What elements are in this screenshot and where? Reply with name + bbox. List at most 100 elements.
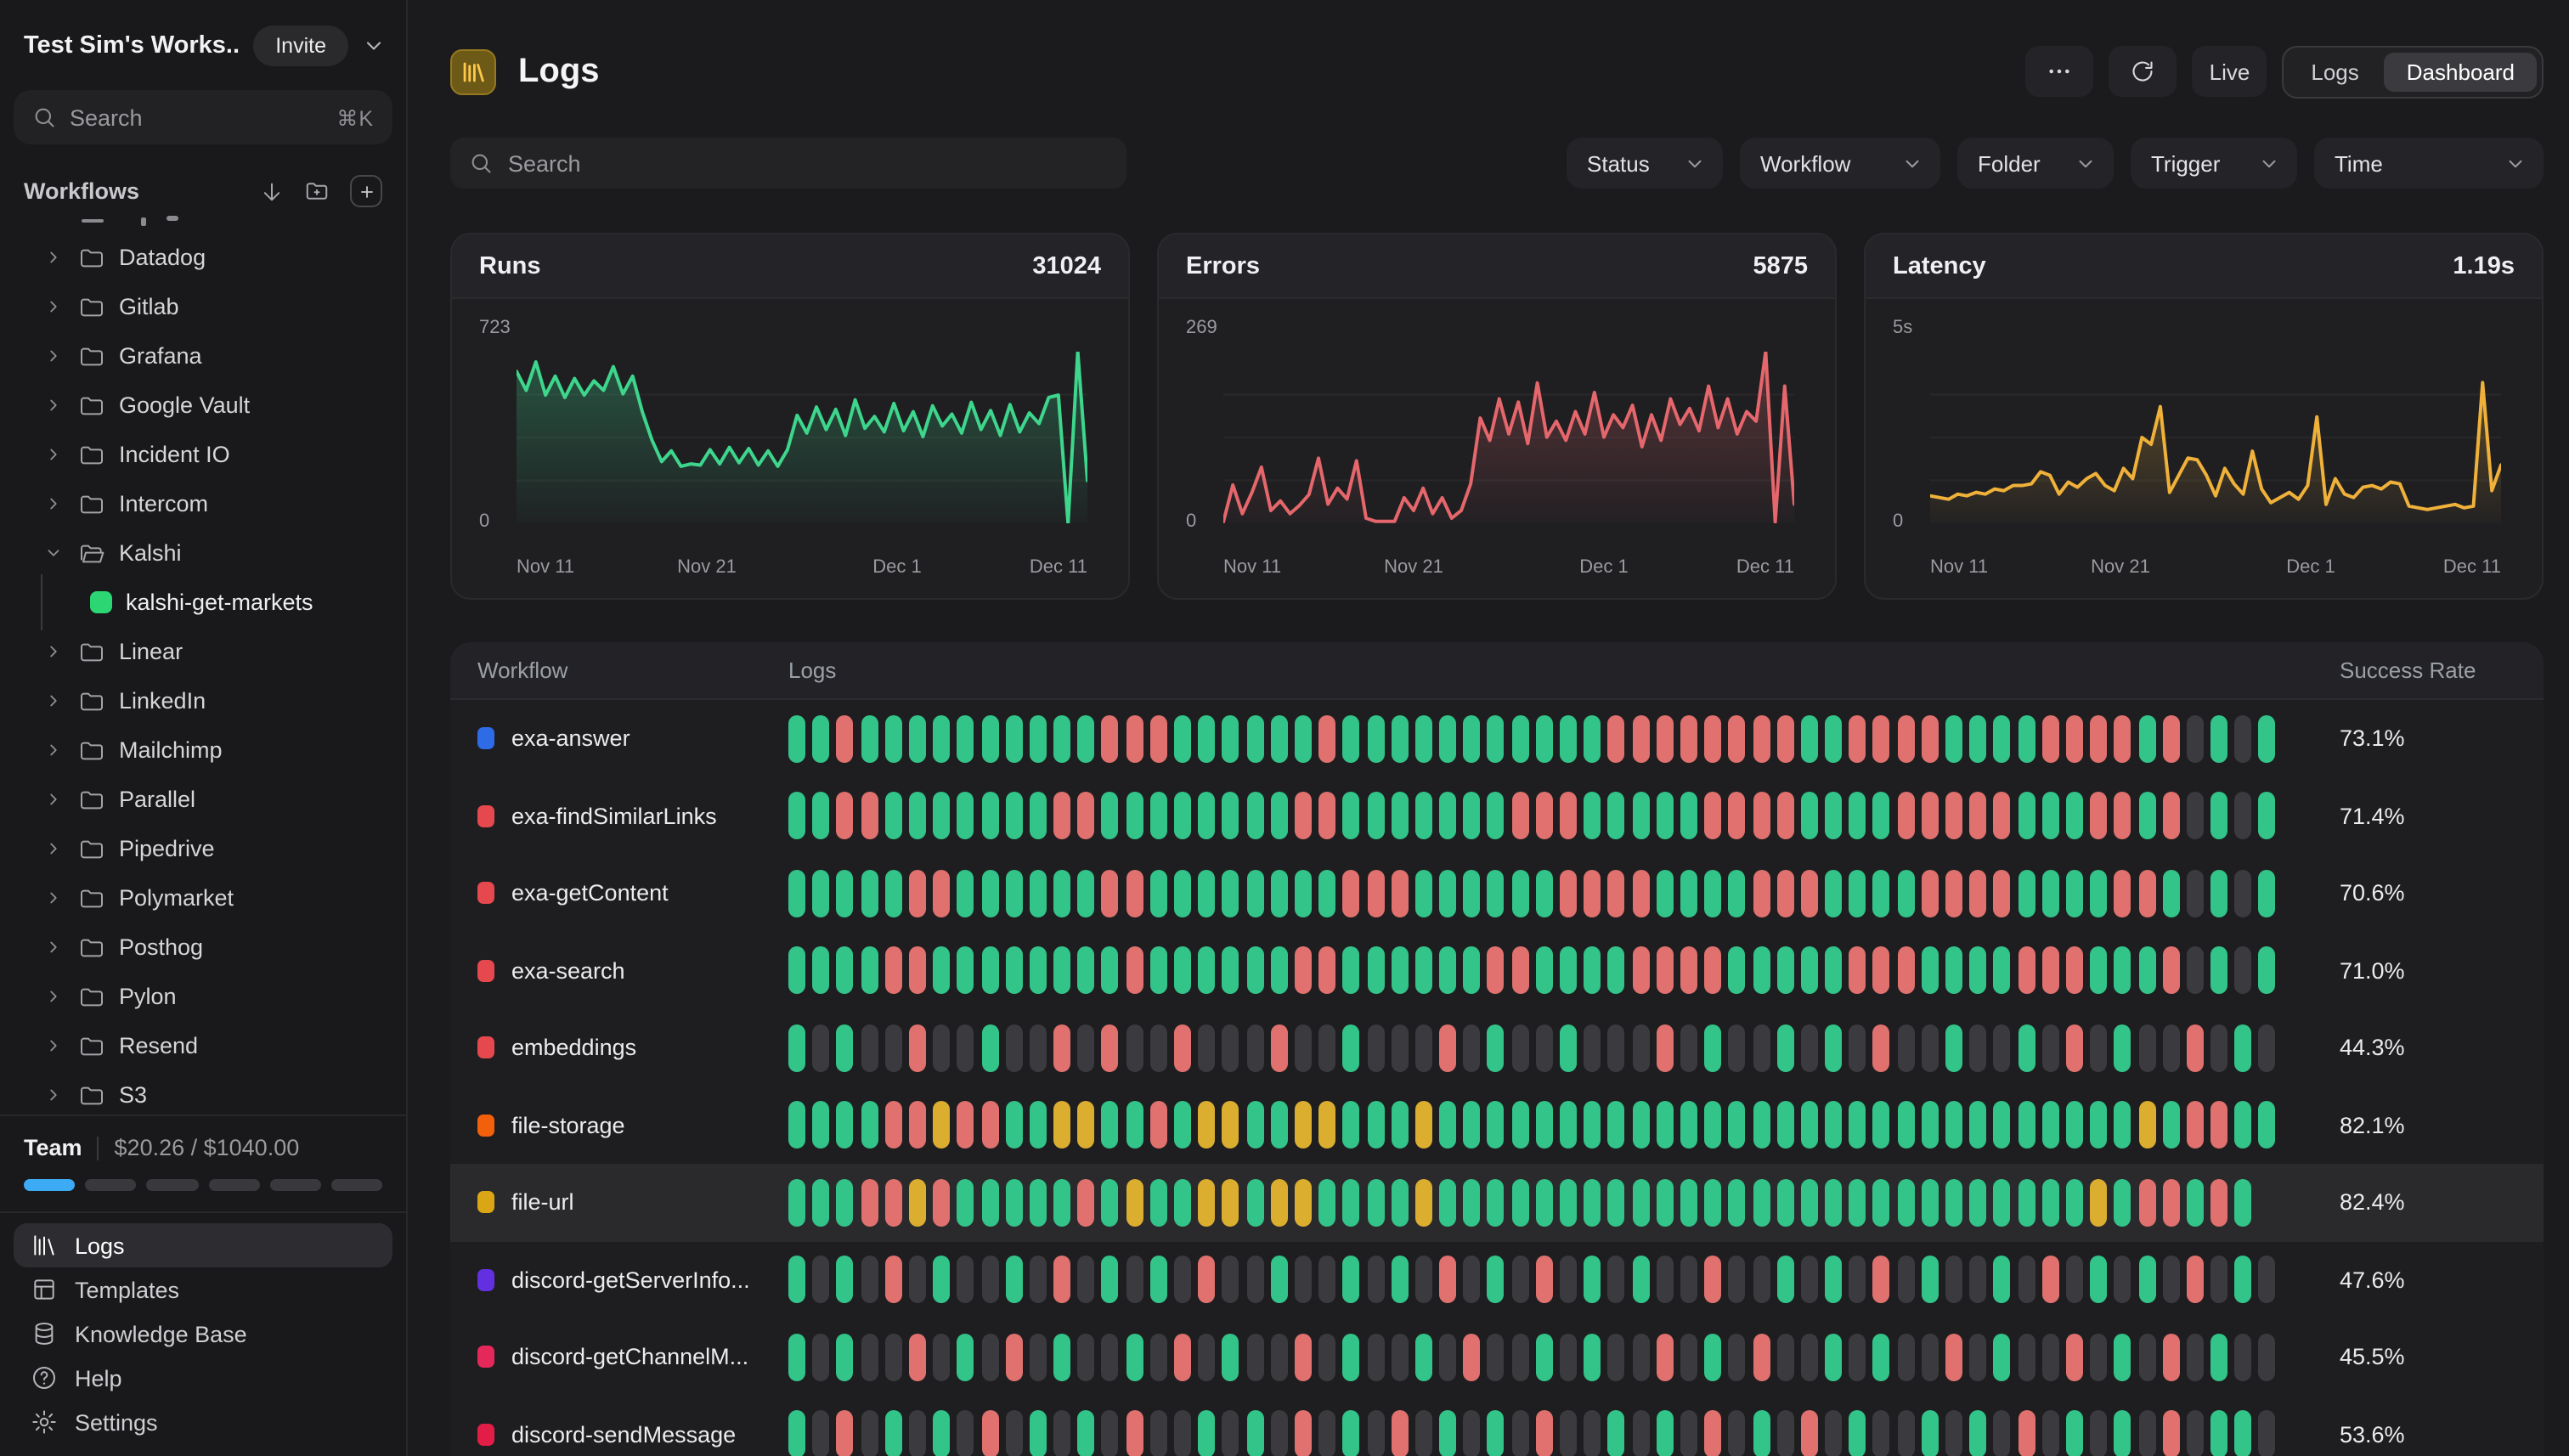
log-bar[interactable] [1053, 1411, 1070, 1456]
log-bar[interactable] [909, 1102, 926, 1149]
log-bar[interactable] [885, 715, 902, 763]
log-bar[interactable] [1849, 870, 1866, 917]
log-bar[interactable] [1560, 1024, 1577, 1072]
log-bar[interactable] [1584, 1256, 1601, 1304]
log-bar[interactable] [1174, 1024, 1191, 1072]
log-bar[interactable] [1536, 793, 1553, 840]
log-bar[interactable] [957, 870, 974, 917]
log-bar[interactable] [1729, 715, 1746, 763]
log-bar[interactable] [1005, 1256, 1022, 1304]
log-bar[interactable] [1343, 1256, 1360, 1304]
log-bar[interactable] [788, 1334, 805, 1381]
log-bar[interactable] [1994, 1334, 2011, 1381]
log-bar[interactable] [788, 947, 805, 995]
log-bar[interactable] [1584, 1102, 1601, 1149]
log-bar[interactable] [1246, 1102, 1263, 1149]
log-bar[interactable] [1680, 870, 1697, 917]
log-bar[interactable] [933, 1179, 950, 1227]
log-bar[interactable] [1222, 1179, 1239, 1227]
log-bar[interactable] [1053, 1024, 1070, 1072]
log-bar[interactable] [837, 1334, 854, 1381]
log-bar[interactable] [885, 947, 902, 995]
log-bar[interactable] [1102, 1179, 1119, 1227]
log-bar[interactable] [1801, 1179, 1818, 1227]
log-bar[interactable] [1560, 1411, 1577, 1456]
log-bar[interactable] [861, 1024, 878, 1072]
log-bar[interactable] [1488, 947, 1505, 995]
folder-item-grafana[interactable]: Grafana [0, 331, 406, 381]
log-bar[interactable] [1729, 947, 1746, 995]
log-bar[interactable] [1825, 1334, 1842, 1381]
log-bar[interactable] [2090, 870, 2107, 917]
log-bar[interactable] [1608, 947, 1625, 995]
log-bar[interactable] [1729, 1411, 1746, 1456]
folder-item-google-vault[interactable]: Google Vault [0, 381, 406, 430]
log-bar[interactable] [1367, 1179, 1384, 1227]
log-bar[interactable] [1078, 715, 1095, 763]
log-bar[interactable] [1704, 715, 1721, 763]
log-bar[interactable] [1680, 1024, 1697, 1072]
log-bar[interactable] [1536, 1102, 1553, 1149]
log-bar[interactable] [1849, 1024, 1866, 1072]
log-bar[interactable] [1464, 870, 1481, 917]
sidebar-search-input[interactable]: Search ⌘K [14, 90, 392, 144]
log-bar[interactable] [1801, 1411, 1818, 1456]
table-row-discord-sendmessage[interactable]: discord-sendMessage53.6% [450, 1396, 2544, 1456]
log-bar[interactable] [2114, 1102, 2131, 1149]
table-row-exa-getcontent[interactable]: exa-getContent70.6% [450, 855, 2544, 932]
log-bar[interactable] [1222, 870, 1239, 917]
log-bar[interactable] [1897, 715, 1914, 763]
log-bar[interactable] [1511, 1256, 1528, 1304]
log-bar[interactable] [1536, 1179, 1553, 1227]
log-bar[interactable] [2235, 1024, 2252, 1072]
log-bar[interactable] [1126, 1024, 1143, 1072]
log-bar[interactable] [1776, 1411, 1793, 1456]
log-bar[interactable] [1367, 870, 1384, 917]
log-bar[interactable] [1994, 1179, 2011, 1227]
log-bar[interactable] [2138, 870, 2155, 917]
log-bar[interactable] [1969, 1411, 1986, 1456]
log-bar[interactable] [1005, 870, 1022, 917]
log-bar[interactable] [2235, 1102, 2252, 1149]
log-bar[interactable] [1222, 793, 1239, 840]
log-bar[interactable] [1102, 1256, 1119, 1304]
log-bar[interactable] [1969, 1179, 1986, 1227]
log-bar[interactable] [1729, 870, 1746, 917]
log-bar[interactable] [1053, 1334, 1070, 1381]
sidebar-item-help[interactable]: Help [14, 1356, 392, 1400]
log-bar[interactable] [2066, 793, 2083, 840]
log-bar[interactable] [861, 715, 878, 763]
log-bar[interactable] [1969, 1334, 1986, 1381]
log-bar[interactable] [1343, 1334, 1360, 1381]
log-bar[interactable] [2114, 1024, 2131, 1072]
log-bar[interactable] [2066, 715, 2083, 763]
log-bar[interactable] [2114, 947, 2131, 995]
log-bar[interactable] [1295, 1024, 1312, 1072]
log-bar[interactable] [2259, 1024, 2276, 1072]
log-bar[interactable] [1150, 1411, 1167, 1456]
log-bar[interactable] [1657, 1102, 1674, 1149]
log-bar[interactable] [2114, 1179, 2131, 1227]
log-bar[interactable] [2235, 870, 2252, 917]
folder-item-polymarket[interactable]: Polymarket [0, 873, 406, 923]
log-bar[interactable] [1897, 870, 1914, 917]
log-bar[interactable] [1198, 870, 1215, 917]
log-bar[interactable] [1704, 1102, 1721, 1149]
log-bar[interactable] [1150, 715, 1167, 763]
log-bar[interactable] [1439, 715, 1456, 763]
log-bar[interactable] [1053, 1256, 1070, 1304]
log-bar[interactable] [1897, 1102, 1914, 1149]
log-bar[interactable] [1922, 870, 1939, 917]
log-bar[interactable] [1704, 1411, 1721, 1456]
log-bar[interactable] [1922, 1024, 1939, 1072]
log-bar[interactable] [2114, 1256, 2131, 1304]
log-bar[interactable] [1584, 1179, 1601, 1227]
log-bar[interactable] [2259, 1334, 2276, 1381]
log-bar[interactable] [1608, 1179, 1625, 1227]
log-bar[interactable] [2259, 947, 2276, 995]
log-bar[interactable] [2138, 947, 2155, 995]
log-bar[interactable] [1825, 1411, 1842, 1456]
log-bar[interactable] [2042, 947, 2059, 995]
log-bar[interactable] [981, 1334, 998, 1381]
log-bar[interactable] [2018, 1334, 2035, 1381]
